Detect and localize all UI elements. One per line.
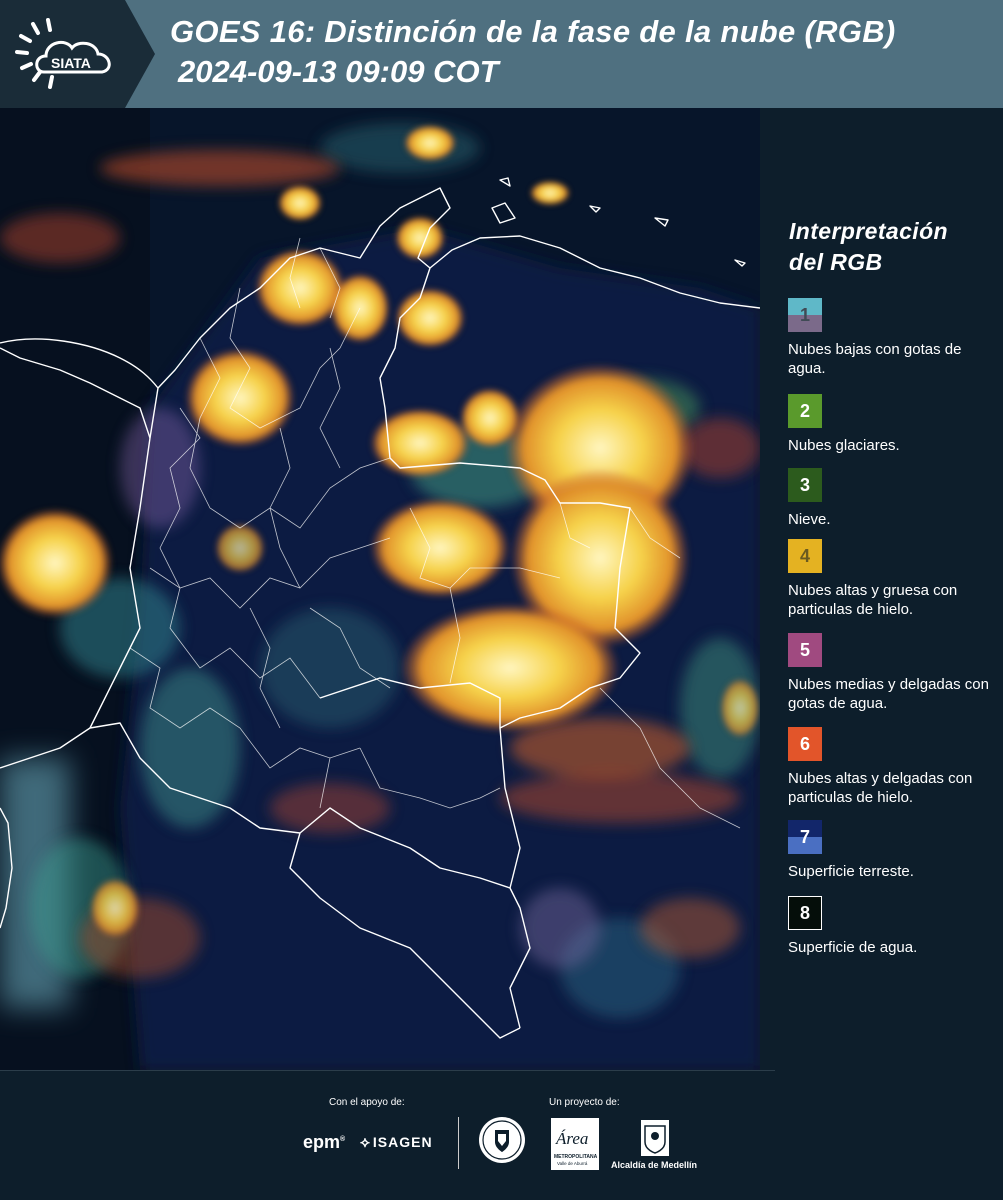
svg-text:Valle de Aburrá: Valle de Aburrá	[557, 1161, 588, 1166]
isagen-logo: ⟡ ISAGEN	[360, 1134, 433, 1151]
alcaldia-text: Alcaldía de Medellín	[611, 1160, 698, 1170]
legend-swatch: 8	[788, 896, 822, 930]
alcaldia-shield-icon	[641, 1120, 669, 1156]
page-timestamp: 2024-09-13 09:09 COT	[178, 54, 499, 89]
legend-item: 1 Nubes bajas con gotas de agua.	[788, 298, 1000, 378]
legend-label: Nubes glaciares.	[788, 437, 900, 454]
legend-title-line2: del RGB	[789, 249, 883, 275]
project-caption: Un proyecto de:	[549, 1097, 620, 1108]
legend-swatch: 6	[788, 727, 822, 761]
legend-item: 7 Superficie terreste.	[788, 820, 1000, 881]
support-caption: Con el apoyo de:	[329, 1097, 405, 1108]
legend-label: Superficie terreste.	[788, 863, 914, 880]
alcaldia-logo: Alcaldía de Medellín	[611, 1118, 703, 1174]
legend-title: Interpretación del RGB	[789, 216, 948, 278]
legend-swatch: 5	[788, 633, 822, 667]
isagen-symbol-icon: ⟡	[360, 1134, 371, 1151]
legend-label: Nubes bajas con gotas de agua.	[788, 341, 962, 377]
footer: Con el apoyo de: Un proyecto de: epm® ⟡ I…	[0, 1070, 1003, 1200]
legend-number: 5	[799, 639, 810, 660]
area-metropolitana-logo: Área METROPOLITANA Valle de Aburrá	[551, 1118, 599, 1170]
legend-item: 5 Nubes medias y delgadas con gotas de a…	[788, 633, 1000, 713]
legend-number: 1	[799, 304, 810, 325]
legend-number: 2	[799, 400, 810, 421]
epm-logo: epm®	[303, 1132, 346, 1152]
legend-swatch: 1	[788, 298, 822, 332]
legend-number: 4	[799, 545, 810, 566]
legend-number: 8	[799, 902, 810, 923]
legend-swatch: 3	[788, 468, 822, 502]
header-bar: SIATA GOES 16: Distinción de la fase de …	[0, 0, 1003, 108]
seal-logo-icon	[479, 1117, 525, 1163]
legend-item: 2 Nubes glaciares.	[788, 394, 1000, 455]
legend-item: 6 Nubes altas y delgadas con particulas …	[788, 727, 1000, 807]
isagen-logo-text: ISAGEN	[372, 1134, 433, 1150]
legend-swatch: 4	[788, 539, 822, 573]
legend-swatch: 7	[788, 820, 822, 854]
legend-panel: Interpretación del RGB 1 Nubes bajas con…	[760, 108, 1003, 1070]
legend-label: Nubes altas y delgadas con particulas de…	[788, 770, 973, 806]
legend-item: 3 Nieve.	[788, 468, 1000, 529]
siata-logo-text: SIATA	[51, 55, 91, 71]
legend-title-line1: Interpretación	[789, 218, 948, 244]
legend-label: Superficie de agua.	[788, 939, 918, 956]
legend-label: Nubes altas y gruesa con particulas de h…	[788, 582, 958, 618]
epm-logo-text: epm	[303, 1132, 341, 1152]
legend-label: Nieve.	[788, 511, 831, 528]
footer-separator	[458, 1117, 459, 1169]
legend-number: 3	[799, 474, 810, 495]
svg-text:Área: Área	[555, 1129, 588, 1148]
satellite-image	[0, 108, 760, 1070]
legend-item: 8 Superficie de agua.	[788, 896, 1000, 957]
legend-number: 7	[799, 826, 810, 847]
page-title: GOES 16: Distinción de la fase de la nub…	[170, 14, 896, 49]
legend-number: 6	[799, 733, 810, 754]
svg-text:METROPOLITANA: METROPOLITANA	[554, 1154, 598, 1160]
siata-logo: SIATA	[0, 0, 155, 108]
legend-item: 4 Nubes altas y gruesa con particulas de…	[788, 539, 1000, 619]
legend-swatch: 2	[788, 394, 822, 428]
legend-label: Nubes medias y delgadas con gotas de agu…	[788, 676, 989, 712]
footer-divider-line	[0, 1070, 775, 1071]
